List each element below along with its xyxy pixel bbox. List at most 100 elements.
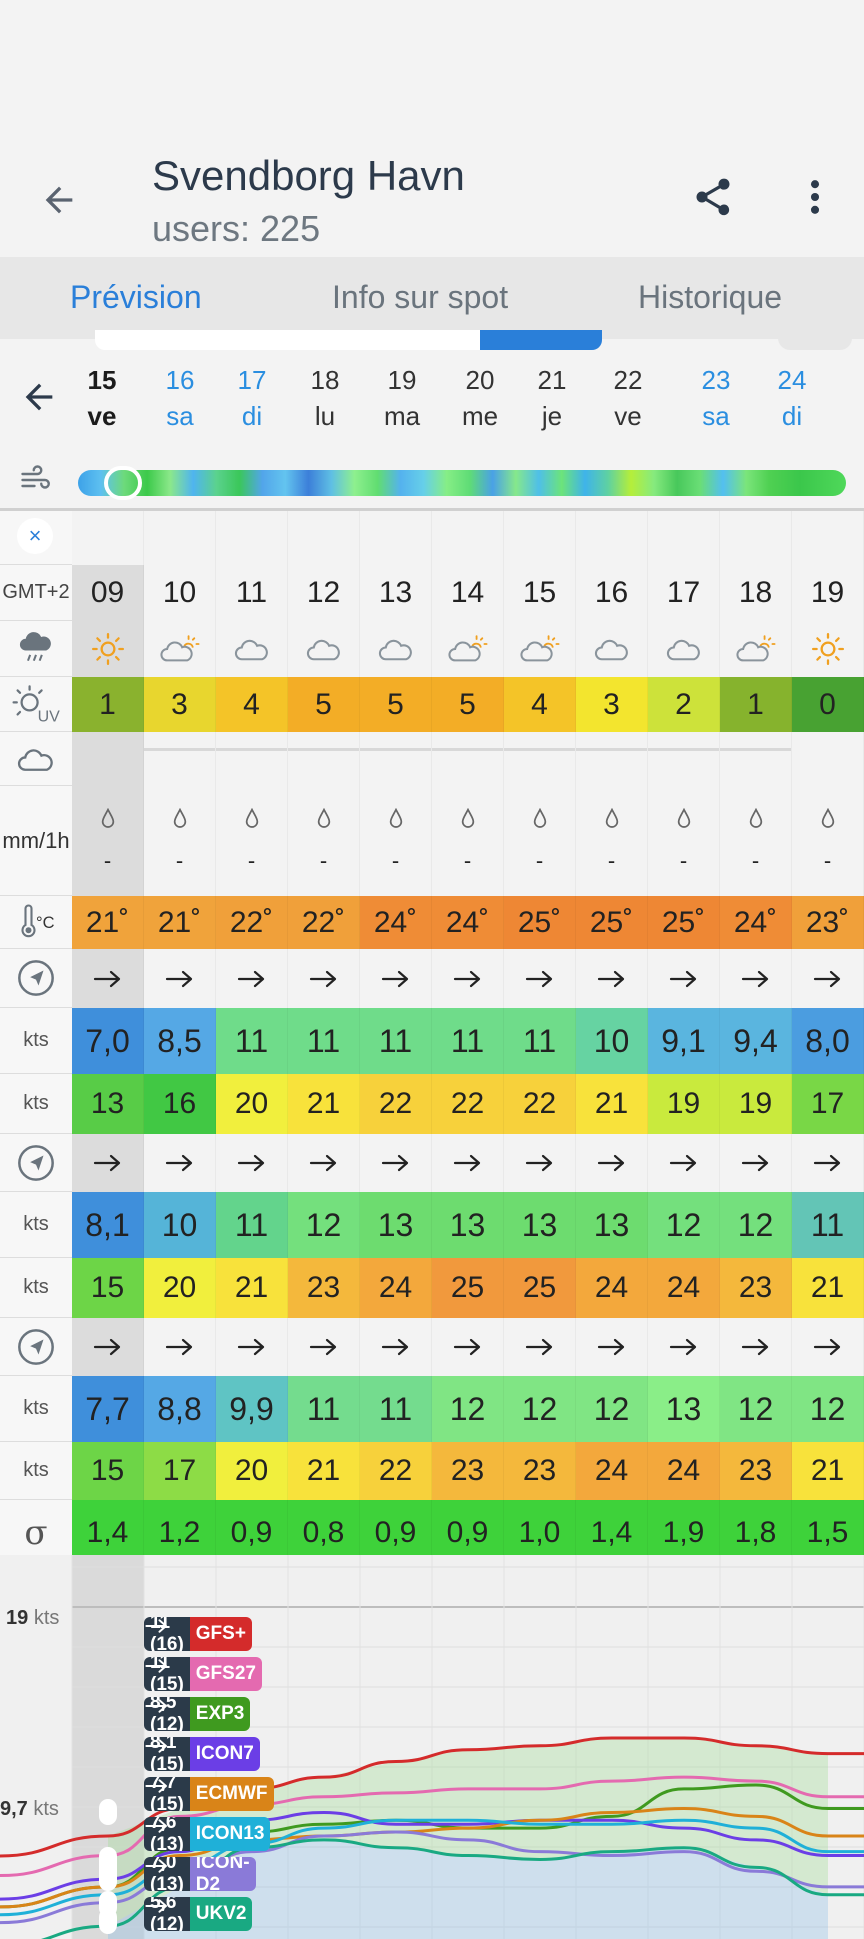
legend-item[interactable]: 11 (16) GFS+ <box>144 1617 252 1651</box>
tab-forecast[interactable]: Prévision <box>70 279 202 316</box>
day-of-week: lu <box>314 401 336 431</box>
day-16[interactable]: 16 sa <box>150 362 210 434</box>
uv-index-cell: 4 <box>504 677 576 732</box>
wind-speed-cell: 9,4 <box>720 1008 792 1074</box>
drop-icon <box>317 808 330 828</box>
wind-overview-bar[interactable] <box>78 466 846 500</box>
legend-model-name: ICON7 <box>189 1737 260 1771</box>
cloud-icon <box>17 748 53 771</box>
wind-overview-thumb[interactable] <box>104 466 142 500</box>
legend-value: 11 (15) <box>144 1657 190 1691</box>
day-of-week: ma <box>383 401 421 431</box>
uv-index-cell: 1 <box>720 677 792 732</box>
model-1-wind-row: kts 8,1 10 11 12 13 13 13 13 12 12 11 <box>0 1192 864 1258</box>
uv-index-cell: 0 <box>792 677 864 732</box>
tab-history[interactable]: Historique <box>638 279 782 316</box>
wind-speed-cell: 13 <box>360 1192 432 1258</box>
wind-speed-cell: 13 <box>648 1376 720 1442</box>
wind-gust-cell: 21 <box>792 1258 864 1318</box>
tab-spot-info[interactable]: Info sur spot <box>332 279 508 316</box>
legend-value: 5,6 (12) <box>144 1897 190 1931</box>
day-17[interactable]: 17 di <box>222 362 282 434</box>
precip-unit: mm/1h <box>2 827 70 853</box>
day-of-week: di <box>241 401 263 431</box>
timezone-label: GMT+2 <box>2 581 70 603</box>
arrow-right-icon <box>145 1619 167 1633</box>
close-button[interactable]: × <box>17 518 53 554</box>
wind-direction-arrow-icon <box>648 1134 720 1192</box>
wind-speed-cell: 12 <box>792 1376 864 1442</box>
model-2-wind-row-label: kts <box>0 1376 72 1442</box>
share-button[interactable] <box>688 172 738 222</box>
legend-item[interactable]: 7,0 (13) ICON-D2 <box>144 1857 256 1891</box>
cloud-cover-cell <box>144 732 216 786</box>
precip-value: - <box>535 848 544 873</box>
day-18[interactable]: 18 lu <box>295 362 355 434</box>
day-20[interactable]: 20 me <box>450 362 510 434</box>
partly-cloudy-icon <box>432 621 504 677</box>
empty-cell <box>72 511 144 565</box>
partly-cloudy-icon <box>144 621 216 677</box>
wind-speed-cell: 8,0 <box>792 1008 864 1074</box>
wind-direction-arrow-icon <box>72 1134 144 1192</box>
day-24[interactable]: 24 di <box>762 362 822 434</box>
legend-item[interactable]: 7,6 (13) ICON13 <box>144 1817 271 1851</box>
status-bar-space <box>0 0 864 140</box>
arrow-right-icon <box>145 1659 167 1673</box>
app-header: Svendborg Havn users: 225 <box>0 140 864 255</box>
hour-cell: 15 <box>504 565 576 621</box>
legend-item[interactable]: 11 (15) GFS27 <box>144 1657 262 1691</box>
day-of-week: ve <box>614 401 642 431</box>
wind-speed-cell: 7,0 <box>72 1008 144 1074</box>
wind-speed-cell: 8,8 <box>144 1376 216 1442</box>
uv-index-cell: 1 <box>72 677 144 732</box>
wind-direction-arrow-icon <box>216 949 288 1008</box>
precip-cell: - <box>504 786 576 896</box>
empty-cell <box>216 511 288 565</box>
model-2-direction-row <box>0 1318 864 1376</box>
cloud-cover-cell <box>432 732 504 786</box>
day-15[interactable]: 15 ve <box>72 362 132 434</box>
legend-item[interactable]: 8,1 (15) ICON7 <box>144 1737 260 1771</box>
back-button[interactable] <box>34 175 84 225</box>
day-21[interactable]: 21 je <box>522 362 582 434</box>
svg-text:°C: °C <box>36 914 55 932</box>
previous-day-button[interactable] <box>14 372 64 422</box>
wind-gust-cell: 16 <box>144 1074 216 1134</box>
svg-text:UV: UV <box>38 709 60 724</box>
legend-item[interactable]: 7,7 (15) ECMWF <box>144 1777 274 1811</box>
current-value-marker <box>99 1799 117 1825</box>
close-row-label: × <box>0 511 72 565</box>
wind-direction-arrow-icon <box>360 949 432 1008</box>
wind-gust-cell: 23 <box>288 1258 360 1318</box>
day-19[interactable]: 19 ma <box>372 362 432 434</box>
drop-icon <box>389 808 402 828</box>
y-axis-label: 9,7 kts <box>0 1798 59 1821</box>
y-axis-label: 19 kts <box>6 1607 59 1630</box>
legend-item[interactable]: 5,6 (12) UKV2 <box>144 1897 253 1931</box>
day-22[interactable]: 22 ve <box>598 362 658 434</box>
wind-direction-arrow-icon <box>288 949 360 1008</box>
day-23[interactable]: 23 sa <box>686 362 746 434</box>
day-number: 15 <box>87 365 117 395</box>
gust-unit: kts <box>23 1092 49 1114</box>
temperature-cell: 25˚ <box>576 896 648 949</box>
hour-cell: 14 <box>432 565 504 621</box>
wind-speed-cell: 13 <box>504 1192 576 1258</box>
day-of-week: sa <box>166 401 194 431</box>
current-value-marker <box>99 1908 117 1934</box>
tab-bar: Prévision Info sur spot Historique <box>0 257 864 339</box>
wind-direction-arrow-icon <box>504 1134 576 1192</box>
model-1-direction-row <box>0 1134 864 1192</box>
precip-cell: - <box>648 786 720 896</box>
hour-cell: 19 <box>792 565 864 621</box>
wind-gust-cell: 22 <box>432 1074 504 1134</box>
precip-cell: - <box>216 786 288 896</box>
legend-item[interactable]: 8,5 (12) EXP3 <box>144 1697 251 1731</box>
wind-direction-arrow-icon <box>288 1134 360 1192</box>
uv-row: UV 1 3 4 5 5 5 4 3 2 1 0 <box>0 677 864 732</box>
more-options-button[interactable] <box>790 172 840 222</box>
uv-index-cell: 2 <box>648 677 720 732</box>
precipitation-row: mm/1h - - - - - - - - - - - <box>0 786 864 896</box>
wind-direction-arrow-icon <box>720 949 792 1008</box>
